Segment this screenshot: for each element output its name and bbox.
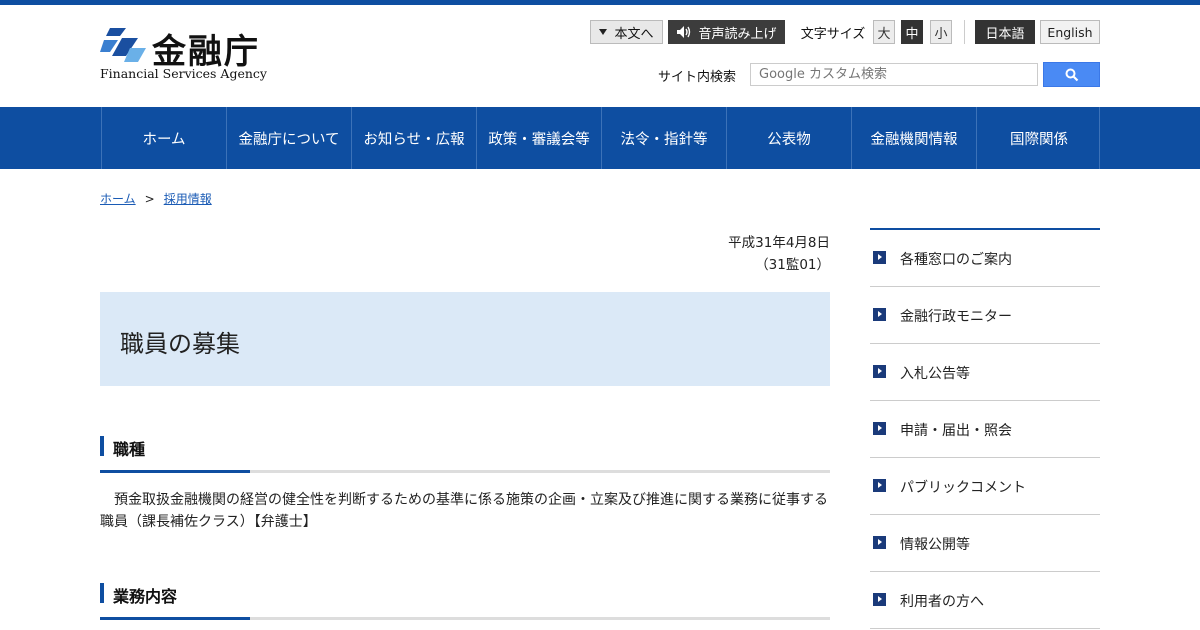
top-accent-bar [0, 0, 1200, 5]
font-size-label: 文字サイズ [800, 26, 866, 42]
speaker-icon [677, 26, 691, 38]
breadcrumb-home-link[interactable]: ホーム [100, 192, 136, 206]
nav-item-laws[interactable]: 法令・指針等 [601, 107, 726, 169]
sidebar-item-contact[interactable]: 各種窓口のご案内 [870, 230, 1100, 287]
section-heading-text: 職種 [113, 440, 146, 459]
publish-date: 平成31年4月8日 [728, 235, 830, 251]
sidebar-item-monitor[interactable]: 金融行政モニター [870, 287, 1100, 344]
sidebar-item-label: 金融行政モニター [900, 309, 1012, 325]
sidebar-item-applications[interactable]: 申請・届出・照会 [870, 401, 1100, 458]
lang-english-button[interactable]: English [1040, 20, 1100, 44]
section-underline-accent [100, 470, 250, 473]
site-search-label: サイト内検索 [658, 70, 737, 85]
page-title: 職員の募集 [120, 330, 240, 358]
sidebar-item-label: 情報公開等 [900, 537, 970, 553]
arrow-right-icon [873, 536, 886, 549]
nav-item-about[interactable]: 金融庁について [226, 107, 351, 169]
section-underline-accent [100, 617, 250, 620]
search-button[interactable] [1043, 62, 1100, 87]
nav-item-publications[interactable]: 公表物 [726, 107, 851, 169]
breadcrumb-current-link[interactable]: 採用情報 [164, 192, 212, 206]
arrow-right-icon [873, 479, 886, 492]
font-size-medium-button[interactable]: 中 [901, 20, 923, 44]
section-accent-bar [100, 583, 104, 603]
site-search-input[interactable] [750, 63, 1038, 86]
arrow-right-icon [873, 365, 886, 378]
header-divider [964, 20, 965, 44]
arrow-right-icon [873, 308, 886, 321]
nav-item-policy[interactable]: 政策・審議会等 [476, 107, 601, 169]
section-heading-text: 業務内容 [113, 587, 178, 606]
speech-reader-button[interactable]: 音声読み上げ [668, 20, 785, 44]
arrow-right-icon [873, 593, 886, 606]
skip-to-content-button[interactable]: 本文へ [590, 20, 663, 44]
nav-item-institutions[interactable]: 金融機関情報 [851, 107, 976, 169]
lang-japanese-button[interactable]: 日本語 [975, 20, 1035, 44]
sidebar-item-label: 各種窓口のご案内 [900, 252, 1012, 268]
document-number: （31監01） [755, 257, 830, 273]
sidebar-item-bidding[interactable]: 入札公告等 [870, 344, 1100, 401]
font-size-large-button[interactable]: 大 [873, 20, 895, 44]
page-title-box: 職員の募集 [100, 292, 830, 386]
sidebar-item-users[interactable]: 利用者の方へ [870, 572, 1100, 629]
fsa-logo-icon [100, 28, 146, 62]
sidebar-item-public-comment[interactable]: パブリックコメント [870, 458, 1100, 515]
search-icon [1065, 68, 1078, 81]
section-heading-duties: 業務内容 [100, 583, 830, 621]
skip-to-content-label: 本文へ [614, 26, 654, 42]
nav-item-news[interactable]: お知らせ・広報 [351, 107, 476, 169]
nav-item-international[interactable]: 国際関係 [976, 107, 1101, 169]
breadcrumb: ホーム > 採用情報 [100, 190, 212, 207]
arrow-right-icon [873, 251, 886, 264]
arrow-right-icon [873, 422, 886, 435]
site-logo[interactable]: 金融庁 Financial Services Agency [100, 24, 270, 84]
logo-title-en: Financial Services Agency [100, 66, 267, 81]
triangle-down-icon [599, 29, 608, 35]
sidebar-item-label: 入札公告等 [900, 366, 970, 382]
speech-reader-label: 音声読み上げ [698, 26, 777, 42]
nav-divider [1099, 107, 1100, 169]
sidebar-item-label: 利用者の方へ [900, 594, 984, 610]
breadcrumb-separator: > [144, 192, 155, 206]
nav-item-home[interactable]: ホーム [101, 107, 226, 169]
section-heading-job-type: 職種 [100, 436, 830, 474]
section-accent-bar [100, 436, 104, 456]
sidebar-item-label: 申請・届出・照会 [900, 423, 1012, 439]
sidebar-item-disclosure[interactable]: 情報公開等 [870, 515, 1100, 572]
font-size-small-button[interactable]: 小 [930, 20, 952, 44]
sidebar-item-label: パブリックコメント [900, 480, 1026, 496]
section-body-job-type: 預金取扱金融機関の経営の健全性を判断するための基準に係る施策の企画・立案及び推進… [100, 492, 828, 530]
